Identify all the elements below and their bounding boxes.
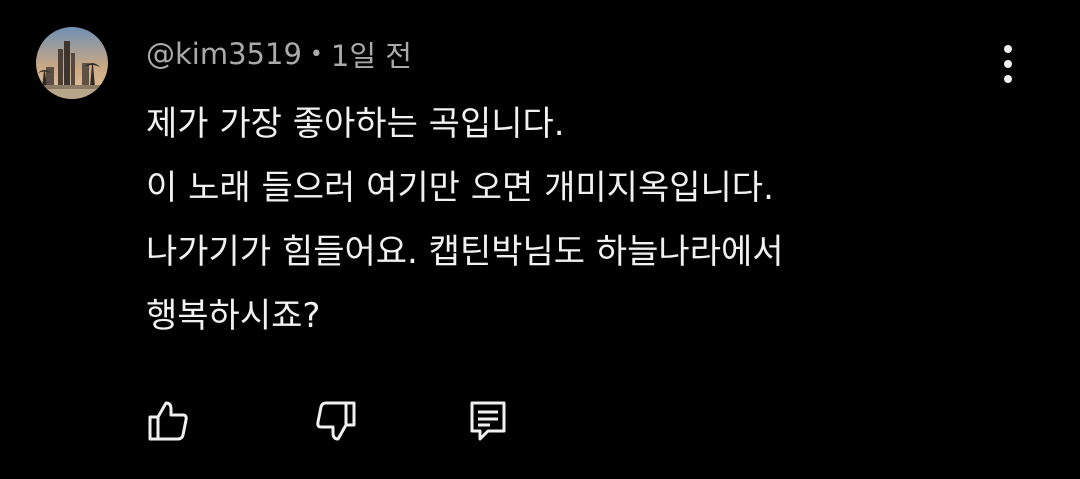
thumb-down-icon — [316, 401, 356, 441]
reply-comment-icon — [470, 401, 506, 441]
like-button[interactable] — [142, 395, 194, 447]
meta-separator: • — [309, 41, 323, 67]
more-vertical-icon — [1004, 45, 1012, 83]
comment-text: 제가 가장 좋아하는 곡입니다. 이 노래 들으러 여기만 오면 개미지옥입니다… — [146, 92, 906, 348]
comment-meta: @kim3519 • 1일 전 — [146, 34, 412, 74]
comment-actions — [0, 395, 1080, 447]
reply-button[interactable] — [462, 395, 514, 447]
comment-line: 나가기가 힘들어요. 캡틴박님도 하늘나라에서 — [146, 232, 784, 272]
author-handle[interactable]: @kim3519 — [146, 37, 302, 71]
comment-line: 행복하시죠? — [146, 296, 321, 336]
comment-line: 이 노래 들으러 여기만 오면 개미지옥입니다. — [146, 168, 774, 208]
dislike-button[interactable] — [310, 395, 362, 447]
comment-item: @kim3519 • 1일 전 제가 가장 좋아하는 곡입니다. 이 노래 들으… — [0, 0, 1080, 479]
thumb-up-icon — [148, 401, 188, 441]
comment-menu-button[interactable] — [984, 40, 1032, 88]
comment-line: 제가 가장 좋아하는 곡입니다. — [146, 104, 565, 144]
avatar[interactable] — [36, 27, 108, 99]
comment-timestamp: 1일 전 — [330, 39, 412, 73]
avatar-image — [36, 27, 108, 99]
